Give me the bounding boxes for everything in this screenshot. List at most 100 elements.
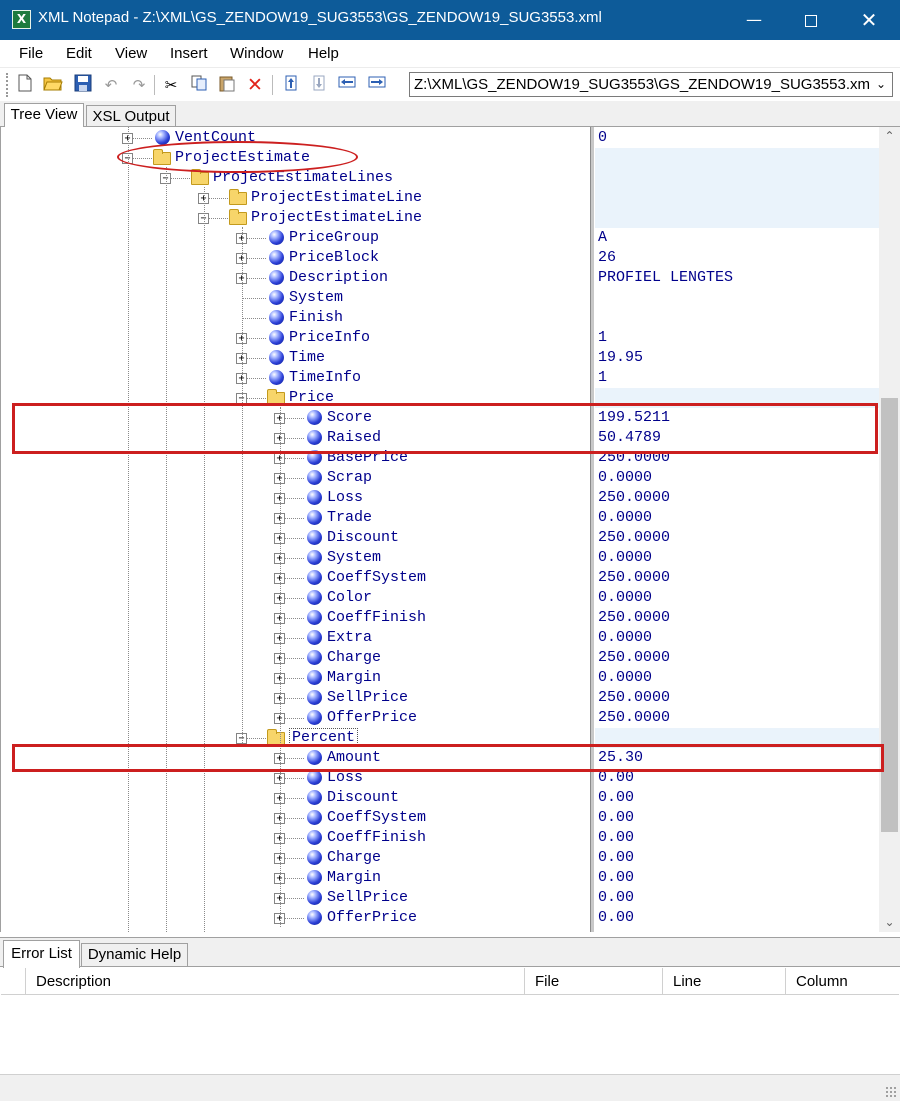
nudge-down-icon[interactable]: [308, 74, 330, 96]
tree-row-element[interactable]: Finish: [1, 308, 879, 328]
tree-node-label[interactable]: PriceGroup: [289, 229, 379, 246]
tree-node-value[interactable]: 26: [598, 249, 616, 266]
tree-row-element[interactable]: + OfferPrice 250.0000: [1, 708, 879, 728]
tree-row-element[interactable]: + Loss 250.0000: [1, 488, 879, 508]
scroll-down-icon[interactable]: ⌄: [879, 913, 900, 931]
tree-node-label[interactable]: PriceInfo: [289, 329, 370, 346]
tree-vertical-scrollbar[interactable]: ⌃ ⌄: [879, 127, 900, 932]
tree-node-value[interactable]: 250.0000: [598, 529, 670, 546]
tree-node-value[interactable]: 1: [598, 369, 607, 386]
tree-node-value[interactable]: 0: [598, 129, 607, 146]
tab-dynamic-help[interactable]: Dynamic Help: [81, 943, 188, 967]
resize-grip-icon[interactable]: [885, 1086, 897, 1098]
tree-row-element[interactable]: + SellPrice 0.00: [1, 888, 879, 908]
column-description[interactable]: Description: [25, 968, 525, 995]
tree-node-label[interactable]: SellPrice: [327, 889, 408, 906]
xml-tree-view[interactable]: + VentCount 0− ProjectEstimate − ProjectEstim…: [0, 127, 900, 932]
tab-xsl-output[interactable]: XSL Output: [86, 105, 176, 127]
tree-node-value[interactable]: 250.0000: [598, 649, 670, 666]
tree-row-element[interactable]: + CoeffFinish 0.00: [1, 828, 879, 848]
tree-row-element[interactable]: + Margin 0.00: [1, 868, 879, 888]
tree-node-label[interactable]: Description: [289, 269, 388, 286]
menu-edit[interactable]: Edit: [66, 45, 92, 62]
tree-row-element[interactable]: + PriceBlock 26: [1, 248, 879, 268]
tree-row-element[interactable]: + System 0.0000: [1, 548, 879, 568]
tree-row-element[interactable]: + PriceInfo 1: [1, 328, 879, 348]
tree-node-value[interactable]: 0.00: [598, 869, 634, 886]
tree-row-element[interactable]: + PriceGroup A: [1, 228, 879, 248]
nudge-up-icon[interactable]: [280, 74, 302, 96]
chevron-down-icon[interactable]: ⌄: [872, 75, 890, 94]
tree-row-element[interactable]: + CoeffSystem 0.00: [1, 808, 879, 828]
tree-row-element[interactable]: + Extra 0.0000: [1, 628, 879, 648]
tree-node-value[interactable]: A: [598, 229, 607, 246]
tree-node-value[interactable]: 0.0000: [598, 629, 652, 646]
minimize-button[interactable]: —: [725, 0, 783, 40]
tree-node-label[interactable]: OfferPrice: [327, 909, 417, 926]
tree-node-label[interactable]: Finish: [289, 309, 343, 326]
tree-node-value[interactable]: 1: [598, 329, 607, 346]
file-path-combo[interactable]: Z:\XML\GS_ZENDOW19_SUG3553\GS_ZENDOW19_S…: [409, 72, 893, 97]
tree-node-label[interactable]: PriceBlock: [289, 249, 379, 266]
error-list-body[interactable]: [1, 995, 899, 1073]
tree-value-splitter[interactable]: [590, 127, 594, 932]
delete-icon[interactable]: ✕: [244, 74, 266, 96]
tree-row-element[interactable]: + Time 19.95: [1, 348, 879, 368]
tree-row-element[interactable]: + Discount 250.0000: [1, 528, 879, 548]
tree-node-value[interactable]: 0.0000: [598, 469, 652, 486]
tree-node-label[interactable]: Discount: [327, 529, 399, 546]
tree-node-value[interactable]: 250.0000: [598, 609, 670, 626]
tab-error-list[interactable]: Error List: [3, 940, 80, 968]
tree-row-element[interactable]: + TimeInfo 1: [1, 368, 879, 388]
tree-node-value[interactable]: 0.0000: [598, 509, 652, 526]
tree-row-element[interactable]: + VentCount 0: [1, 128, 879, 148]
new-file-icon[interactable]: [14, 74, 36, 96]
tree-row-element[interactable]: + Charge 250.0000: [1, 648, 879, 668]
tree-node-label[interactable]: Loss: [327, 489, 363, 506]
tree-node-value[interactable]: 0.00: [598, 849, 634, 866]
tree-node-value[interactable]: 0.0000: [598, 549, 652, 566]
nudge-right-icon[interactable]: [366, 74, 388, 96]
tree-node-value[interactable]: 0.0000: [598, 589, 652, 606]
tree-row-element[interactable]: + CoeffSystem 250.0000: [1, 568, 879, 588]
column-line[interactable]: Line: [662, 968, 785, 995]
menu-file[interactable]: File: [19, 45, 43, 62]
column-file[interactable]: File: [524, 968, 662, 995]
tree-node-label[interactable]: Color: [327, 589, 372, 606]
tree-node-label[interactable]: TimeInfo: [289, 369, 361, 386]
tree-row-element[interactable]: + OfferPrice 0.00: [1, 908, 879, 928]
open-folder-icon[interactable]: [42, 74, 64, 96]
tree-node-label[interactable]: SellPrice: [327, 689, 408, 706]
tree-row-element[interactable]: + Trade 0.0000: [1, 508, 879, 528]
tree-row-element[interactable]: + Scrap 0.0000: [1, 468, 879, 488]
menu-view[interactable]: View: [115, 45, 147, 62]
redo-icon[interactable]: ↷: [128, 74, 150, 96]
tree-node-label[interactable]: Margin: [327, 669, 381, 686]
tree-node-value[interactable]: 250.0000: [598, 489, 670, 506]
tree-node-value[interactable]: 0.00: [598, 809, 634, 826]
paste-icon[interactable]: [216, 74, 238, 96]
toolbar-grip[interactable]: [6, 73, 10, 97]
tree-row-folder[interactable]: − ProjectEstimateLines: [1, 168, 879, 188]
tree-node-label[interactable]: System: [289, 289, 343, 306]
tree-node-label[interactable]: Extra: [327, 629, 372, 646]
save-icon[interactable]: [72, 74, 94, 96]
tree-node-label[interactable]: Discount: [327, 789, 399, 806]
close-button[interactable]: ✕: [840, 0, 898, 40]
tree-node-label[interactable]: CoeffFinish: [327, 609, 426, 626]
tree-row-element[interactable]: + Charge 0.00: [1, 848, 879, 868]
nudge-left-icon[interactable]: [336, 74, 358, 96]
tree-node-label[interactable]: Scrap: [327, 469, 372, 486]
tree-node-label[interactable]: Time: [289, 349, 325, 366]
tree-node-value[interactable]: 0.00: [598, 829, 634, 846]
tree-node-value[interactable]: 0.00: [598, 789, 634, 806]
tree-row-element[interactable]: + Discount 0.00: [1, 788, 879, 808]
tree-node-label[interactable]: Charge: [327, 849, 381, 866]
tree-node-label[interactable]: System: [327, 549, 381, 566]
tree-node-value[interactable]: 0.00: [598, 909, 634, 926]
tree-row-element[interactable]: + CoeffFinish 250.0000: [1, 608, 879, 628]
tree-node-label[interactable]: CoeffSystem: [327, 569, 426, 586]
tree-node-value[interactable]: 0.00: [598, 889, 634, 906]
menu-help[interactable]: Help: [308, 45, 339, 62]
undo-icon[interactable]: ↶: [100, 74, 122, 96]
